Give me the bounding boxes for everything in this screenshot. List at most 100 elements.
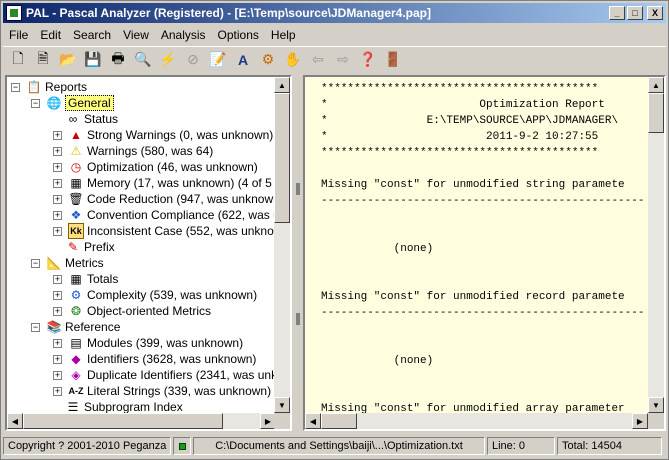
- expand-icon[interactable]: +: [53, 338, 62, 348]
- scroll-down-icon[interactable]: ▼: [648, 397, 664, 413]
- exit-icon[interactable]: 🚪: [382, 49, 404, 71]
- tree-item-code-reduction[interactable]: + 🗑 Code Reduction (947, was unknown): [53, 191, 276, 207]
- tree-item-status[interactable]: ∞ Status: [65, 111, 118, 127]
- report-line: (none): [321, 355, 434, 367]
- analyze-icon[interactable]: ⚡: [157, 49, 179, 71]
- scroll-down-icon[interactable]: ▼: [274, 397, 290, 413]
- scroll-right-icon[interactable]: ▶: [632, 413, 648, 429]
- hand-icon[interactable]: ✋: [282, 49, 304, 71]
- duplicate-identifiers-icon: ◈: [71, 368, 81, 382]
- expand-icon[interactable]: +: [53, 274, 62, 284]
- expand-icon[interactable]: +: [53, 146, 62, 156]
- reference-books-icon: 📚: [46, 320, 62, 334]
- menu-edit[interactable]: Edit: [34, 28, 67, 42]
- scroll-left-icon[interactable]: ◀: [305, 413, 321, 429]
- tree-item-strong-warnings[interactable]: + ▲ Strong Warnings (0, was unknown): [53, 127, 273, 143]
- expand-icon[interactable]: +: [53, 210, 62, 220]
- collapse-icon[interactable]: −: [31, 322, 40, 332]
- expand-icon[interactable]: +: [53, 386, 62, 396]
- tree-item-optimization[interactable]: + ◷ Optimization (46, was unknown): [53, 159, 258, 175]
- expand-icon[interactable]: +: [53, 306, 62, 316]
- tree-item-prefix[interactable]: ✎ Prefix: [65, 239, 115, 255]
- pane-splitter[interactable]: [294, 75, 302, 431]
- case-kk-icon: Kk: [68, 223, 84, 239]
- back-arrow-icon[interactable]: ⇦: [307, 49, 329, 71]
- pal-app-icon[interactable]: [6, 5, 22, 21]
- tree-horizontal-scrollbar[interactable]: ◀ ▶: [7, 413, 276, 429]
- stop-icon[interactable]: ⊘: [182, 49, 204, 71]
- splitter-grip-top: [296, 183, 300, 195]
- expand-icon[interactable]: +: [53, 290, 62, 300]
- tree-node-reference[interactable]: − 📚 Reference: [31, 319, 120, 335]
- expand-icon[interactable]: +: [53, 370, 62, 380]
- tree-item-complexity[interactable]: + ⚙ Complexity (539, was unknown): [53, 287, 257, 303]
- properties-icon[interactable]: 📝: [207, 49, 229, 71]
- report-line: (none): [321, 243, 434, 255]
- report-text[interactable]: ****************************************…: [321, 81, 645, 429]
- status-total: Total: 14504: [557, 437, 662, 455]
- tree-item-subprogram-index[interactable]: ☰ Subprogram Index: [65, 399, 183, 413]
- tree-node-reports[interactable]: − 📋 Reports: [11, 79, 87, 95]
- report-text-pane[interactable]: ****************************************…: [303, 75, 666, 431]
- tree-vertical-scrollbar[interactable]: ▲ ▼: [274, 77, 290, 413]
- close-button[interactable]: X: [647, 6, 663, 20]
- tree-item-duplicate-identifiers[interactable]: + ◈ Duplicate Identifiers (2341, was unk…: [53, 367, 276, 383]
- collapse-icon[interactable]: −: [11, 82, 20, 92]
- text-editor-icon[interactable]: A: [232, 49, 254, 71]
- tree-node-metrics[interactable]: − 📐 Metrics: [31, 255, 104, 271]
- scroll-thumb[interactable]: [321, 413, 357, 429]
- a-z-icon: A-Z: [68, 386, 84, 396]
- strong-warning-icon: ▲: [70, 128, 82, 142]
- expand-icon[interactable]: +: [53, 226, 62, 236]
- scroll-up-icon[interactable]: ▲: [648, 77, 664, 93]
- report-tree[interactable]: − 📋 Reports − 🌐 General ∞ Status + ▲ Str…: [7, 77, 276, 413]
- expand-icon[interactable]: +: [53, 194, 62, 204]
- report-line: ****************************************…: [321, 83, 599, 95]
- menu-search[interactable]: Search: [67, 28, 117, 42]
- report-horizontal-scrollbar[interactable]: ◀ ▶: [305, 413, 648, 429]
- tree-item-convention-compliance[interactable]: + ❖ Convention Compliance (622, was unkn: [53, 207, 276, 223]
- tree-item-memory[interactable]: + ▦ Memory (17, was unknown) (4 of 5 sec…: [53, 175, 276, 191]
- expand-icon[interactable]: +: [53, 178, 62, 188]
- menu-bar: File Edit Search View Analysis Options H…: [3, 25, 302, 44]
- menu-options[interactable]: Options: [212, 28, 265, 42]
- expand-icon[interactable]: +: [53, 130, 62, 140]
- report-line: Missing "const" for unmodified record pa…: [321, 291, 625, 303]
- options-icon[interactable]: ⚙: [257, 49, 279, 71]
- menu-analysis[interactable]: Analysis: [155, 28, 212, 42]
- green-indicator-icon: [178, 442, 186, 450]
- tree-item-oo-metrics[interactable]: + ❂ Object-oriented Metrics: [53, 303, 211, 319]
- report-vertical-scrollbar[interactable]: ▲ ▼: [648, 77, 664, 413]
- forward-arrow-icon[interactable]: ⇨: [332, 49, 354, 71]
- scroll-up-icon[interactable]: ▲: [274, 77, 290, 93]
- template-icon[interactable]: 🗎: [32, 49, 54, 71]
- tree-item-totals[interactable]: + ▦ Totals: [53, 271, 118, 287]
- menu-help[interactable]: Help: [265, 28, 302, 42]
- menu-file[interactable]: File: [3, 28, 34, 42]
- tree-node-general[interactable]: − 🌐 General: [31, 95, 114, 111]
- tree-item-modules[interactable]: + ▤ Modules (399, was unknown): [53, 335, 243, 351]
- save-icon[interactable]: 💾: [82, 49, 104, 71]
- collapse-icon[interactable]: −: [31, 258, 40, 268]
- help-icon[interactable]: ❓: [357, 49, 379, 71]
- expand-icon[interactable]: +: [53, 162, 62, 172]
- scroll-left-icon[interactable]: ◀: [7, 413, 23, 429]
- menu-view[interactable]: View: [117, 28, 155, 42]
- collapse-icon[interactable]: −: [31, 98, 40, 108]
- find-icon[interactable]: 🔍: [132, 49, 154, 71]
- maximize-button[interactable]: □: [627, 6, 643, 20]
- tree-item-inconsistent-case[interactable]: + Kk Inconsistent Case (552, was unknown…: [53, 223, 276, 239]
- scroll-thumb[interactable]: [274, 93, 290, 223]
- new-icon[interactable]: 🗋: [7, 49, 29, 71]
- complexity-icon: ⚙: [70, 288, 82, 302]
- tree-item-identifiers[interactable]: + ◆ Identifiers (3628, was unknown): [53, 351, 256, 367]
- objects-icon: ❂: [70, 304, 82, 318]
- tree-item-warnings[interactable]: + ⚠ Warnings (580, was 64): [53, 143, 213, 159]
- scroll-thumb[interactable]: [23, 413, 223, 429]
- print-icon[interactable]: 🖶: [107, 49, 129, 71]
- tree-item-literal-strings[interactable]: + A-Z Literal Strings (339, was unknown): [53, 383, 271, 399]
- minimize-button[interactable]: _: [609, 6, 625, 20]
- scroll-thumb[interactable]: [648, 93, 664, 133]
- open-folder-icon[interactable]: 📂: [57, 49, 79, 71]
- expand-icon[interactable]: +: [53, 354, 62, 364]
